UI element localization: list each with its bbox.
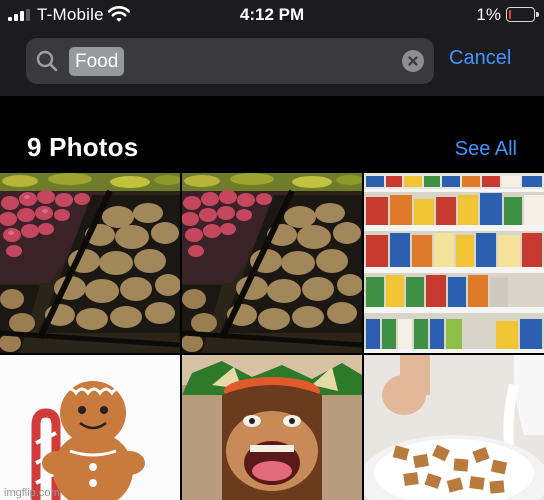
- photo-grid: imgflip.com: [0, 173, 544, 500]
- clear-search-button[interactable]: [402, 50, 424, 72]
- search-icon: [36, 50, 58, 72]
- battery-level-fill: [509, 10, 511, 19]
- status-bar: T-Mobile 4:12 PM 1%: [0, 0, 544, 30]
- cereal-shelves-image: [364, 173, 544, 353]
- gingerbread-plush-image: [0, 355, 180, 500]
- photo-thumbnail-donkey-kong-meme[interactable]: [182, 355, 362, 500]
- photo-thumbnail-cereal-shelves[interactable]: [364, 173, 544, 353]
- battery-percentage: 1%: [476, 5, 501, 24]
- see-all-button[interactable]: See All: [455, 138, 517, 161]
- clear-icon: [408, 56, 418, 66]
- battery-icon: [506, 7, 539, 22]
- photo-thumbnail-potatoes[interactable]: [0, 173, 180, 353]
- photo-thumbnail-cereal-milk[interactable]: [364, 355, 544, 500]
- imgflip-watermark: imgflip.com: [4, 487, 60, 499]
- cereal-milk-image: [364, 355, 544, 500]
- section-title: 9 Photos: [27, 132, 139, 162]
- potatoes-image: [0, 173, 180, 353]
- potatoes-image: [182, 173, 362, 353]
- search-token[interactable]: Food: [69, 47, 125, 76]
- donkey-kong-meme-image: [182, 355, 362, 500]
- photo-thumbnail-gingerbread-plush[interactable]: imgflip.com: [0, 355, 180, 500]
- search-header: Food Cancel: [0, 30, 544, 96]
- search-field[interactable]: Food: [26, 38, 434, 84]
- status-time: 4:12 PM: [239, 5, 305, 24]
- photo-thumbnail-potatoes-2[interactable]: [182, 173, 362, 353]
- cancel-button[interactable]: Cancel: [449, 47, 511, 70]
